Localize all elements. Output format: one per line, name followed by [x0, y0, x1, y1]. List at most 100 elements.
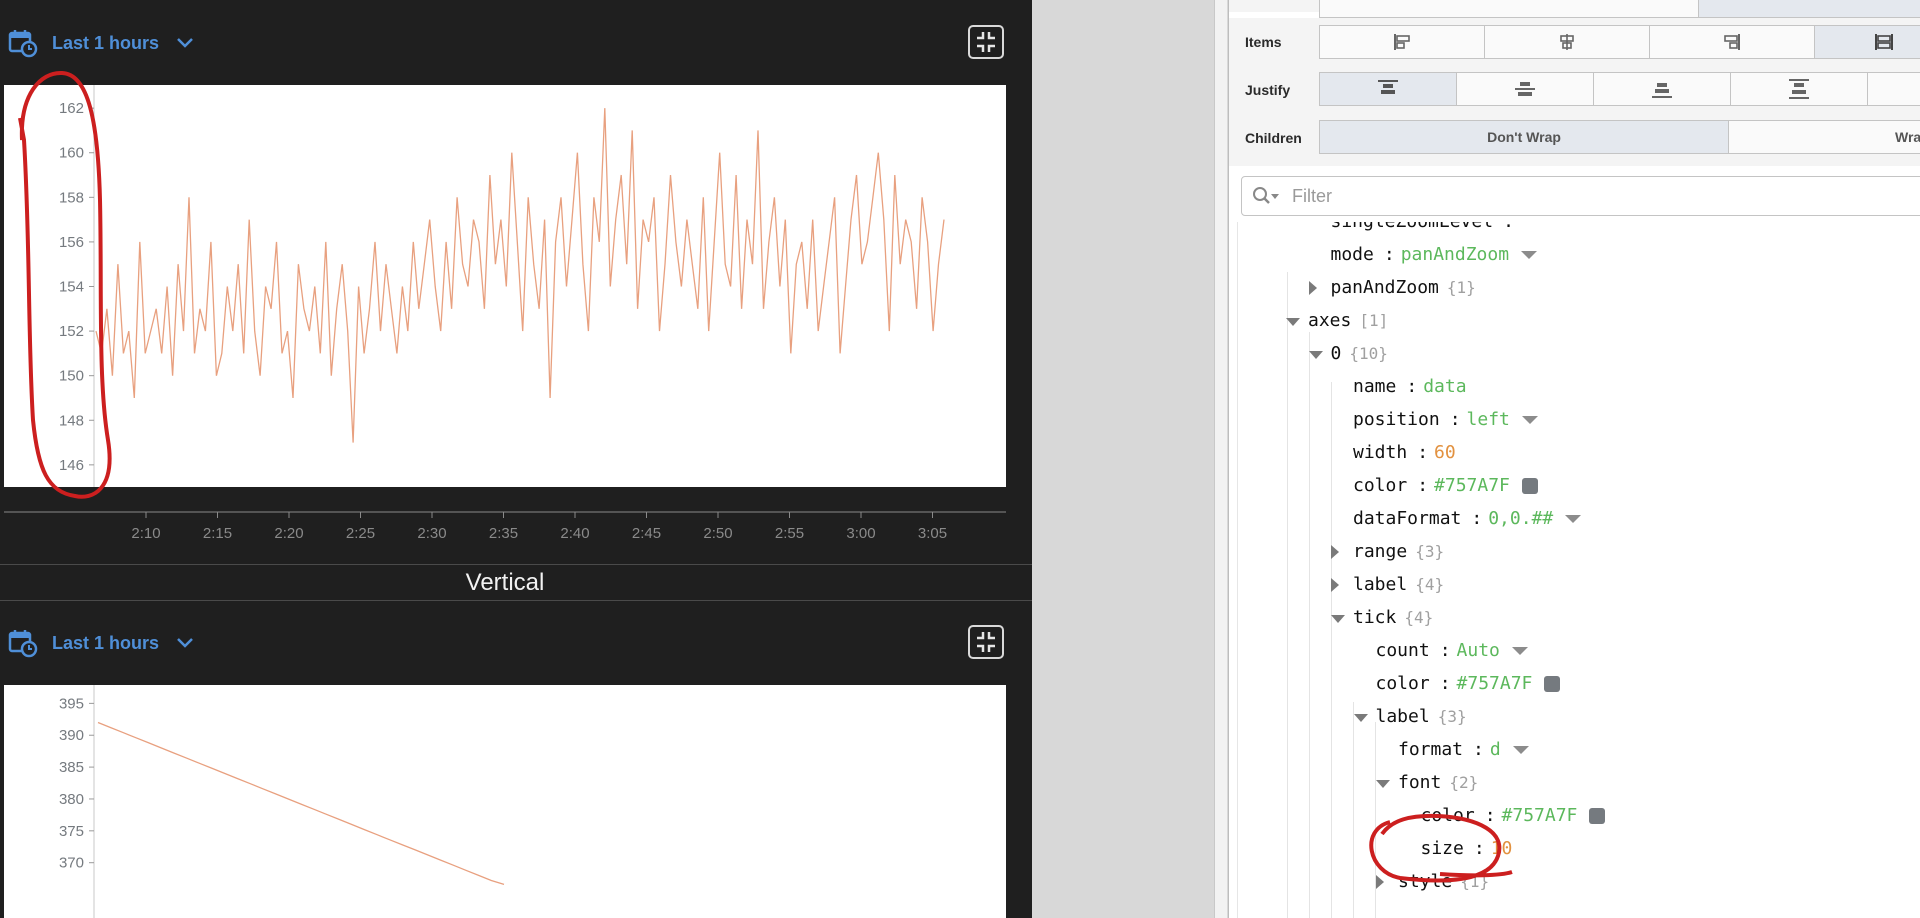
tree-node-count[interactable]: count: Auto [1376, 637, 1528, 665]
tree-node-count: {2} [1449, 773, 1479, 792]
tree-gutter [1237, 222, 1238, 918]
tree-node-value[interactable]: data [1423, 376, 1466, 397]
items-align-end-button[interactable] [1649, 25, 1815, 59]
color-swatch[interactable] [1589, 808, 1606, 824]
collapse-button[interactable] [968, 625, 1004, 659]
top-line-chart: 146 148 150 152 154 156 158 160 162 [59, 85, 945, 487]
tree-node-value[interactable]: panAndZoom [1401, 244, 1509, 265]
dropdown-arrow-icon[interactable] [1521, 251, 1538, 259]
tree-node-value[interactable]: #757A7F [1502, 805, 1578, 826]
tree-node-key: name [1353, 376, 1397, 397]
justify-end-icon [1652, 83, 1672, 98]
segment-option[interactable] [1698, 0, 1920, 18]
tree-node-style[interactable]: style {1} [1398, 868, 1489, 896]
tree-node-value[interactable]: Auto [1457, 640, 1500, 661]
dropdown-arrow-icon[interactable] [1511, 647, 1528, 655]
tree-node-key: mode [1330, 244, 1374, 265]
tree-node-tick[interactable]: tick {4} [1353, 604, 1433, 632]
tree-node-separator: : [1484, 805, 1496, 826]
segment-option[interactable] [1319, 0, 1699, 18]
expand-down-icon[interactable] [1331, 615, 1345, 623]
dropdown-arrow-icon[interactable] [1521, 416, 1538, 424]
tree-node-width[interactable]: width:60 [1353, 439, 1456, 467]
tree-node-color[interactable]: color: #757A7F [1376, 670, 1561, 698]
tree-node-color[interactable]: color: #757A7F [1353, 472, 1538, 500]
tree-node-value[interactable]: 10 [1491, 838, 1513, 859]
series-line [97, 721, 505, 886]
tree-node-color[interactable]: color: #757A7F [1421, 802, 1606, 830]
items-label: Items [1245, 34, 1282, 50]
dont-wrap-button[interactable]: Don't Wrap [1319, 120, 1729, 154]
tree-node-font[interactable]: font {2} [1398, 769, 1478, 797]
x-tick-label: 2:35 [489, 525, 518, 542]
time-range-picker[interactable]: Last 1 hours [8, 27, 195, 59]
tree-node-value[interactable]: #757A7F [1434, 475, 1510, 496]
y-tick-label: 380 [59, 791, 84, 808]
items-align-start-button[interactable] [1319, 25, 1485, 59]
tree-node-count: {10} [1349, 344, 1388, 363]
tree-node-position[interactable]: position: left [1353, 406, 1538, 434]
tree-node-value[interactable]: left [1467, 409, 1510, 430]
tree-node-value[interactable]: 60 [1434, 442, 1456, 463]
tree-node-panAndZoom[interactable]: panAndZoom {1} [1331, 274, 1476, 302]
y-tick-label: 152 [59, 323, 84, 340]
tree-node-0[interactable]: 0 {10} [1331, 340, 1388, 368]
calendar-clock-icon [8, 630, 38, 658]
justify-start-button[interactable] [1319, 72, 1457, 106]
shrink-icon [977, 632, 995, 652]
expand-down-icon[interactable] [1353, 714, 1368, 722]
tree-node-key: dataFormat [1353, 508, 1462, 529]
items-align-stretch-button[interactable] [1814, 25, 1920, 59]
tree-node-key: color [1420, 805, 1475, 826]
justify-space-between-button[interactable] [1730, 72, 1868, 106]
expand-down-icon[interactable] [1308, 351, 1323, 359]
tree-node-key: panAndZoom [1330, 277, 1439, 298]
wrap-button[interactable]: Wrap [1728, 120, 1920, 154]
expand-down-icon[interactable] [1376, 780, 1390, 788]
filter-input[interactable] [1290, 184, 1794, 208]
dropdown-arrow-icon[interactable] [1565, 515, 1582, 523]
justify-center-button[interactable] [1456, 72, 1594, 106]
tree-node-value[interactable]: 0,0.## [1488, 508, 1553, 529]
tree-node-key: font [1398, 772, 1442, 793]
expand-right-icon[interactable] [1331, 578, 1339, 592]
dropdown-arrow-icon[interactable] [1512, 746, 1529, 754]
tree-node-key: width [1353, 442, 1408, 463]
expand-right-icon[interactable] [1331, 545, 1339, 559]
tree-node-label[interactable]: label {4} [1353, 571, 1444, 599]
color-swatch[interactable] [1544, 676, 1561, 692]
tree-node-mode[interactable]: mode: panAndZoom [1331, 241, 1538, 269]
tree-node-value[interactable]: d [1490, 739, 1501, 760]
tree-node-label[interactable]: label {3} [1376, 703, 1467, 731]
y-tick-label: 156 [59, 234, 84, 251]
expand-right-icon[interactable] [1308, 281, 1317, 295]
collapse-button[interactable] [968, 25, 1004, 59]
y-tick-label: 154 [59, 279, 84, 296]
justify-end-button[interactable] [1593, 72, 1731, 106]
tree-node-axes[interactable]: axes [1] [1308, 307, 1388, 335]
tree-node-separator: : [1473, 838, 1485, 859]
tree-node-range[interactable]: range {3} [1353, 538, 1444, 566]
tree-node-name[interactable]: name: data [1353, 373, 1467, 401]
tree-node-separator: : [1473, 739, 1484, 760]
tree-node-count: {4} [1415, 575, 1445, 594]
tree-node-size[interactable]: size:10 [1421, 835, 1513, 863]
filter-field[interactable] [1241, 176, 1920, 216]
tree-guide-line [1331, 382, 1332, 918]
expand-down-icon[interactable] [1286, 318, 1300, 326]
items-row: Items [1229, 18, 1920, 66]
series-line [95, 108, 945, 443]
x-tick-label: 2:50 [703, 525, 732, 542]
tree-node-value[interactable]: #757A7F [1457, 673, 1533, 694]
tree-node-singleZoomLevel[interactable]: singleZoomLevel: [1331, 222, 1520, 236]
tree-node-dataFormat[interactable]: dataFormat:0,0.## [1353, 505, 1582, 533]
justify-space-around-button[interactable] [1867, 72, 1920, 106]
time-range-picker[interactable]: Last 1 hours [8, 627, 195, 659]
tree-node-format[interactable]: format: d [1398, 736, 1529, 764]
divider [0, 564, 1032, 565]
color-swatch[interactable] [1521, 478, 1538, 494]
items-align-center-button[interactable] [1484, 25, 1650, 59]
panel-splitter[interactable] [1214, 0, 1227, 918]
expand-right-icon[interactable] [1376, 875, 1384, 889]
tree-node-separator: : [1406, 376, 1418, 397]
